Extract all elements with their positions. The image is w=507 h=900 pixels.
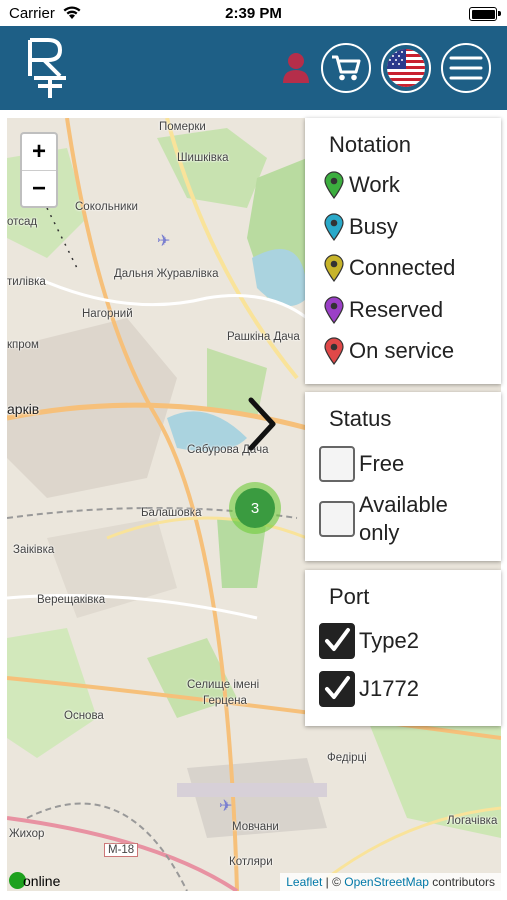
legend-label: On service	[349, 338, 455, 363]
map-pin-icon	[324, 254, 344, 282]
map-label: Основа	[64, 710, 104, 722]
notation-panel: Notation Work Busy Connected Reserved On…	[305, 118, 501, 384]
map-label: Балашовка	[141, 507, 202, 519]
map-label: Померки	[159, 121, 206, 133]
checkmark-icon	[325, 676, 350, 699]
legend-label: Reserved	[349, 297, 444, 322]
map-pin-icon	[324, 337, 344, 365]
map-label: Нагорний	[82, 308, 133, 320]
map-label: Герцена	[203, 695, 247, 707]
status-title: Status	[329, 406, 392, 431]
map-label: Дальня Журавлівка	[114, 268, 219, 280]
map-pin-icon	[324, 171, 344, 199]
map-attribution: Leaflet | © OpenStreetMap contributors	[280, 873, 501, 891]
menu-button[interactable]	[441, 43, 491, 93]
cluster-count: 3	[235, 488, 275, 528]
osm-link[interactable]: OpenStreetMap	[344, 875, 429, 889]
user-icon[interactable]	[281, 52, 311, 84]
svg-text:✈: ✈	[219, 796, 232, 815]
status-bar: Carrier 2:39 PM	[0, 0, 507, 26]
station-cluster[interactable]: 3	[229, 482, 281, 534]
legend-item-busy: Busy	[323, 212, 398, 242]
clock: 2:39 PM	[225, 5, 282, 22]
logo-icon[interactable]	[26, 36, 70, 100]
map-label: кпром	[7, 339, 39, 351]
map-label: Жихор	[9, 828, 45, 840]
map-label: отсад	[7, 216, 38, 228]
map-label: Котляри	[229, 856, 273, 868]
legend-label: Connected	[349, 255, 456, 280]
hamburger-icon	[449, 56, 483, 80]
battery-icon	[469, 7, 497, 21]
zoom-control: + −	[20, 132, 58, 208]
legend-item-work: Work	[323, 170, 400, 200]
zoom-in-button[interactable]: +	[22, 134, 56, 171]
available-only-checkbox[interactable]	[319, 501, 355, 537]
map-label: Мовчани	[232, 821, 279, 833]
legend-label: Busy	[349, 214, 398, 239]
checkmark-icon	[325, 628, 350, 651]
map-label: Шишківка	[177, 152, 229, 164]
legend-label: Work	[349, 172, 400, 197]
type2-checkbox[interactable]	[319, 623, 355, 659]
map-label: Федірці	[327, 752, 367, 764]
free-checkbox[interactable]	[319, 446, 355, 482]
type2-label[interactable]: Type2	[359, 627, 419, 655]
j1772-checkbox[interactable]	[319, 671, 355, 707]
map-pin-icon	[324, 296, 344, 324]
map-label: Рашкіна Дача	[227, 331, 300, 343]
map-label: тилівка	[7, 276, 46, 288]
port-title: Port	[329, 584, 370, 609]
notation-title: Notation	[329, 132, 411, 157]
map-label: Заіківка	[13, 544, 55, 556]
available-only-label[interactable]: Available only	[359, 491, 479, 547]
road-sign: М-18	[104, 843, 139, 857]
zoom-out-button[interactable]: −	[22, 171, 56, 207]
free-label[interactable]: Free	[359, 450, 404, 478]
map-label: Сокольники	[75, 201, 138, 213]
port-filter-panel: Port Type2 J1772	[305, 570, 501, 726]
leaflet-link[interactable]: Leaflet	[286, 875, 322, 889]
online-label: online	[23, 872, 61, 889]
map-label: Верещаківка	[37, 594, 106, 606]
attribution-separator: | ©	[322, 875, 345, 889]
cart-icon	[332, 55, 361, 81]
map-label: Логачівка	[447, 815, 498, 827]
legend-item-on-service: On service	[323, 336, 454, 366]
legend-item-reserved: Reserved	[323, 295, 443, 325]
attribution-suffix: contributors	[428, 875, 495, 889]
us-flag-icon	[387, 49, 425, 87]
legend-item-connected: Connected	[323, 253, 455, 283]
cart-button[interactable]	[321, 43, 371, 93]
map-pin-icon	[324, 213, 344, 241]
battery-tip	[498, 11, 501, 16]
language-button[interactable]	[381, 43, 431, 93]
status-filter-panel: Status Free Available only	[305, 392, 501, 561]
j1772-label[interactable]: J1772	[359, 675, 419, 703]
collapse-panel-icon[interactable]	[246, 396, 278, 452]
map-label: арків	[7, 401, 40, 417]
svg-text:✈: ✈	[157, 231, 170, 250]
online-indicator: online	[9, 872, 60, 889]
app-header	[0, 26, 507, 110]
map-label: Селище імені	[187, 679, 260, 691]
